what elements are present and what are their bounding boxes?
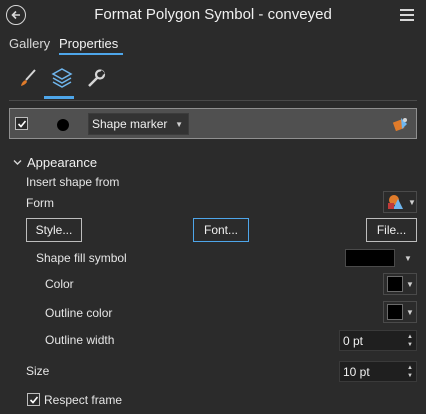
layer-type-dropdown[interactable]: Shape marker ▼	[88, 113, 189, 135]
symbol-toolbar	[13, 63, 111, 93]
wrench-tool-button[interactable]	[81, 63, 111, 93]
active-tool-indicator	[44, 96, 74, 99]
checkmark-icon	[29, 395, 38, 404]
checkmark-icon	[17, 119, 26, 128]
outline-color-label: Outline color	[45, 306, 113, 320]
chevron-down-icon: ▼	[406, 307, 414, 317]
shape-fill-dropdown[interactable]: ▼	[345, 247, 417, 269]
chevron-down-icon	[13, 160, 22, 165]
toolbar-divider	[9, 100, 417, 101]
file-button[interactable]: File...	[366, 218, 417, 242]
fill-symbol-preview	[345, 249, 395, 267]
marker-preview	[57, 119, 69, 131]
chevron-down-icon: ▼	[406, 279, 414, 289]
tab-gallery[interactable]: Gallery	[9, 36, 50, 51]
appearance-heading: Appearance	[27, 155, 98, 170]
size-label: Size	[26, 364, 50, 378]
hamburger-menu-icon[interactable]	[400, 9, 414, 21]
brush-tool-button[interactable]	[13, 63, 43, 93]
respect-frame-label: Respect frame	[44, 393, 123, 407]
shapes-icon	[388, 195, 403, 209]
outline-width-label: Outline width	[45, 333, 115, 347]
layer-visibility-checkbox[interactable]	[15, 117, 28, 130]
font-button[interactable]: Font...	[193, 218, 249, 242]
shape-fill-label: Shape fill symbol	[36, 251, 127, 265]
chevron-down-icon: ▼	[175, 119, 183, 129]
panel-title: Format Polygon Symbol - conveyed	[94, 6, 332, 23]
size-value: 10 pt	[343, 364, 370, 379]
form-dropdown[interactable]: ▼	[383, 191, 417, 213]
outline-width-input[interactable]: 0 pt ▲ ▼	[339, 330, 417, 351]
spinner-arrows-icon[interactable]: ▲ ▼	[404, 331, 416, 350]
respect-frame-checkbox[interactable]	[27, 393, 40, 406]
lock-layer-icon[interactable]	[392, 115, 410, 133]
layer-type-value: Shape marker	[92, 117, 168, 131]
symbol-layer-row[interactable]: Shape marker ▼	[9, 108, 417, 139]
color-dropdown[interactable]: ▼	[383, 273, 417, 295]
wrench-icon	[88, 69, 106, 87]
form-label: Form	[26, 196, 54, 210]
layers-tool-button[interactable]	[47, 63, 77, 93]
tab-properties[interactable]: Properties	[59, 36, 118, 51]
outline-width-value: 0 pt	[343, 333, 364, 348]
size-input[interactable]: 10 pt ▲ ▼	[339, 361, 417, 382]
color-swatch	[387, 276, 403, 292]
style-button[interactable]: Style...	[26, 218, 82, 242]
brush-icon	[21, 69, 36, 86]
layers-icon	[51, 68, 73, 88]
active-tab-indicator	[59, 53, 123, 55]
chevron-down-icon: ▼	[408, 197, 416, 207]
spinner-arrows-icon[interactable]: ▲ ▼	[404, 362, 416, 381]
appearance-section-header[interactable]: Appearance	[13, 155, 97, 170]
outline-color-dropdown[interactable]: ▼	[383, 301, 417, 323]
chevron-down-icon: ▼	[404, 253, 412, 263]
color-label: Color	[45, 277, 74, 291]
outline-color-swatch	[387, 304, 403, 320]
insert-shape-label: Insert shape from	[26, 175, 120, 189]
